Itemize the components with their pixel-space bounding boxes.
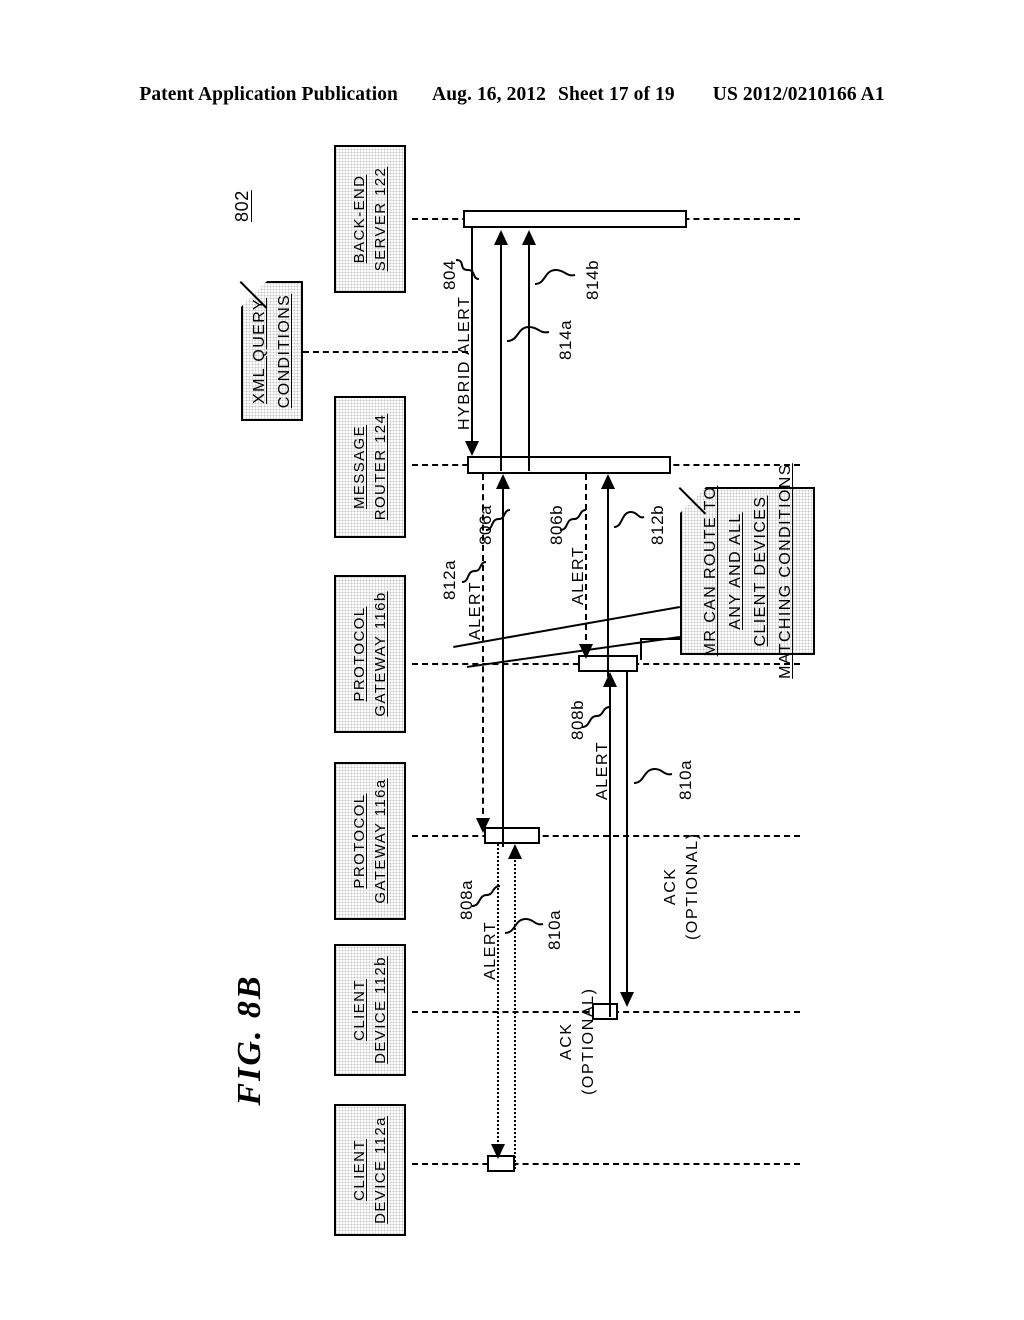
activation-bar-back-end-server	[463, 210, 687, 228]
message-ref-814a: 814a	[556, 319, 575, 360]
note-mr-routing: MR CAN ROUTE TO ANY AND ALL CLIENT DEVIC…	[678, 463, 815, 679]
actor-label-line2: GATEWAY 116a	[372, 778, 389, 904]
arrowhead-down-icon	[465, 441, 479, 456]
arrowhead-down-icon	[620, 992, 634, 1007]
leader-squiggle-810a-upper	[633, 767, 673, 784]
message-ref-810a-upper: 810a	[676, 759, 695, 800]
leader-squiggle-804	[455, 259, 480, 280]
actor-label-line1: PROTOCOL	[351, 793, 368, 889]
activation-bar-protocol-gateway-116a	[484, 827, 540, 844]
arrowhead-down-icon	[476, 818, 490, 833]
note-mr-routing-text: MR CAN ROUTE TO ANY AND ALL CLIENT DEVIC…	[698, 463, 798, 679]
leader-squiggle-812a	[461, 561, 487, 583]
note-xml-query-conditions-text: XML QUERY CONDITIONS	[247, 294, 297, 408]
arrowhead-down-icon	[491, 1144, 505, 1159]
actor-protocol-gateway-116b-label: PROTOCOL GATEWAY 116b	[349, 591, 391, 716]
leader-squiggle-806b	[559, 509, 587, 531]
actor-label-line2: GATEWAY 116b	[372, 591, 389, 717]
actor-back-end-server-label: BACK-END SERVER 122	[349, 167, 391, 272]
message-ref-812a: 812a	[440, 559, 459, 600]
message-ref-814b: 814b	[583, 259, 602, 300]
actor-label-line2: ROUTER 124	[372, 413, 389, 521]
connector-xml-note	[303, 351, 468, 353]
leader-squiggle-810a-lower	[504, 917, 544, 934]
actor-label-line2: SERVER 122	[372, 166, 389, 272]
arrowhead-up-icon	[494, 230, 508, 245]
leader-squiggle-808b	[581, 706, 611, 728]
note-line-2: ANY AND ALL	[726, 512, 744, 630]
ack-text: ACK	[558, 1022, 575, 1061]
actor-client-device-112b[interactable]: CLIENT DEVICE 112b	[334, 944, 406, 1076]
actor-protocol-gateway-116a[interactable]: PROTOCOL GATEWAY 116a	[334, 762, 406, 920]
message-label-hybrid-alert: HYBRID ALERT	[456, 295, 473, 431]
ack-text: ACK	[662, 867, 679, 906]
leader-squiggle-814b	[534, 268, 576, 285]
actor-client-device-112b-label: CLIENT DEVICE 112b	[349, 956, 391, 1064]
leader-squiggle-806a	[485, 509, 511, 531]
note-line-4: MATCHING CONDITIONS	[776, 463, 794, 679]
actor-label-line1: CLIENT	[351, 1139, 368, 1201]
figure-title: FIG. 8B	[231, 974, 268, 1106]
message-label-ack-810a-upper: ACK (OPTIONAL)	[660, 832, 704, 940]
actor-label-line1: BACK-END	[351, 174, 368, 264]
message-label-alert-808b: ALERT	[594, 740, 611, 800]
leader-squiggle-812b	[613, 510, 645, 528]
actor-message-router-label: MESSAGE ROUTER 124	[349, 414, 391, 521]
actor-protocol-gateway-116a-label: PROTOCOL GATEWAY 116a	[349, 778, 391, 903]
actor-label-line1: PROTOCOL	[351, 606, 368, 702]
arrowhead-up-icon	[603, 672, 617, 687]
actor-message-router[interactable]: MESSAGE ROUTER 124	[334, 396, 406, 538]
arrowhead-up-icon	[522, 230, 536, 245]
actor-back-end-server[interactable]: BACK-END SERVER 122	[334, 145, 406, 293]
activation-bar-message-router	[467, 456, 671, 474]
connector-mr-note-stub	[640, 638, 682, 640]
connector-mr-note-stub-v	[640, 638, 642, 660]
note-line-1: XML QUERY	[251, 298, 268, 404]
lifeline-client-device-112a	[412, 1163, 800, 1165]
actor-label-line2: DEVICE 112a	[372, 1116, 389, 1224]
actor-client-device-112a-label: CLIENT DEVICE 112a	[349, 1116, 391, 1224]
figure-8b: FIG. 8B 802 BACK-END SERVER 122 MESSAGE …	[0, 0, 1024, 1320]
note-xml-query-conditions: XML QUERY CONDITIONS	[239, 281, 303, 421]
lifeline-protocol-gateway-116a	[412, 835, 800, 837]
note-line-1: MR CAN ROUTE TO	[701, 485, 719, 657]
actor-label-line1: MESSAGE	[351, 425, 368, 509]
message-ref-812b: 812b	[648, 504, 667, 545]
note-line-2: CONDITIONS	[276, 293, 293, 409]
actor-label-line1: CLIENT	[351, 979, 368, 1041]
message-label-ack-810a-lower: ACK (OPTIONAL)	[556, 987, 600, 1095]
note-line-3: CLIENT DEVICES	[751, 495, 769, 647]
message-label-alert-812a: ALERT	[467, 580, 484, 640]
message-ref-810a-lower: 810a	[545, 909, 564, 950]
actor-protocol-gateway-116b[interactable]: PROTOCOL GATEWAY 116b	[334, 575, 406, 733]
optional-text: (OPTIONAL)	[684, 832, 701, 940]
optional-text: (OPTIONAL)	[580, 987, 597, 1095]
message-label-alert-806b: ALERT	[570, 545, 587, 605]
arrowhead-up-icon	[508, 844, 522, 859]
arrowhead-up-icon	[496, 474, 510, 489]
actor-label-line2: DEVICE 112b	[372, 956, 389, 1064]
arrowhead-up-icon	[601, 474, 615, 489]
actor-client-device-112a[interactable]: CLIENT DEVICE 112a	[334, 1104, 406, 1236]
diagram-ref-802: 802	[232, 190, 252, 222]
